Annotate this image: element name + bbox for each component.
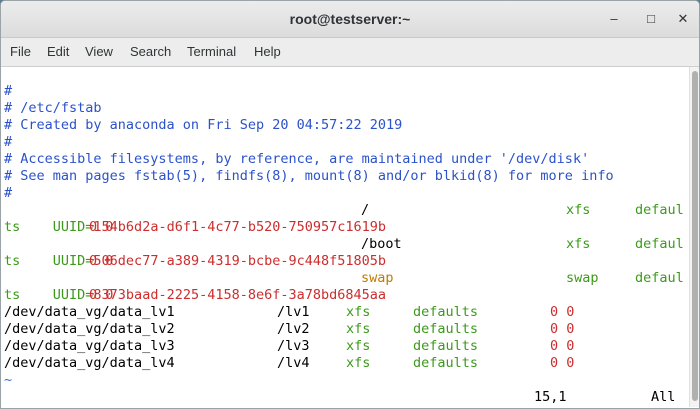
scrollbar-thumb[interactable] xyxy=(692,71,698,401)
comment-line: # /etc/fstab xyxy=(4,100,102,116)
mount-options: defaults xyxy=(413,304,479,320)
dump-pass: 0 0 xyxy=(550,304,575,320)
fstab-entry: UUID=506dec77-a389-4319-bcbe-9c448f51805… xyxy=(4,236,386,269)
menu-help[interactable]: Help xyxy=(254,44,281,59)
mount-point: swap xyxy=(361,270,394,286)
maximize-icon[interactable]: □ xyxy=(641,10,661,28)
menu-view[interactable]: View xyxy=(85,44,113,59)
empty-line-marker: ~ xyxy=(4,372,13,388)
comment-line: # xyxy=(4,83,13,99)
dump-pass: 0 0 xyxy=(89,253,114,269)
fs-type: xfs xyxy=(346,304,371,320)
window-title: root@testserver:~ xyxy=(289,11,411,27)
dump-pass: 0 0 xyxy=(89,219,114,235)
menu-file[interactable]: File xyxy=(10,44,31,59)
mount-options: defaul xyxy=(635,202,684,218)
uuid-value: 154b6d2a-d6f1-4c77-b520-750957c1619b xyxy=(93,219,387,235)
fs-type: xfs xyxy=(346,321,371,337)
device-path: /dev/data_vg/data_lv4 xyxy=(4,355,175,371)
device-path: /dev/data_vg/data_lv3 xyxy=(4,338,175,354)
minimize-icon[interactable]: – xyxy=(604,10,624,28)
dump-pass: 0 0 xyxy=(550,321,575,337)
menu-edit[interactable]: Edit xyxy=(47,44,69,59)
title-bar[interactable]: root@testserver:~ – □ ✕ xyxy=(1,1,699,38)
comment-line: # xyxy=(4,185,13,201)
scroll-scope: All xyxy=(651,389,676,405)
fs-type: xfs xyxy=(566,202,591,218)
uuid-value: 8373baad-2225-4158-8e6f-3a78bd6845aa xyxy=(93,287,387,303)
close-icon[interactable]: ✕ xyxy=(673,10,693,28)
comment-line: # See man pages fstab(5), findfs(8), mou… xyxy=(4,168,614,184)
uuid-key: UUID= xyxy=(52,287,94,303)
mount-options: defaults xyxy=(413,338,479,354)
fstab-entry: UUID=8373baad-2225-4158-8e6f-3a78bd6845a… xyxy=(4,270,386,303)
fs-type: xfs xyxy=(346,355,371,371)
fs-type: swap xyxy=(566,270,599,286)
mount-options: defaul xyxy=(635,236,684,252)
mount-options: defaults xyxy=(413,355,479,371)
mount-point: /lv1 xyxy=(277,304,310,320)
menu-bar: File Edit View Search Terminal Help xyxy=(1,38,699,67)
mount-options: defaul xyxy=(635,270,684,286)
menu-terminal[interactable]: Terminal xyxy=(187,44,236,59)
mount-options-wrap: ts xyxy=(4,253,21,269)
cursor-position: 15,1 xyxy=(534,389,567,405)
terminal-area[interactable]: # # /etc/fstab # Created by anaconda on … xyxy=(1,67,688,407)
menu-search[interactable]: Search xyxy=(130,44,171,59)
dump-pass: 0 0 xyxy=(550,355,575,371)
mount-point: /boot xyxy=(361,236,402,252)
mount-options-wrap: ts xyxy=(4,287,21,303)
terminal-window: root@testserver:~ – □ ✕ File Edit View S… xyxy=(0,0,700,409)
device-path: /dev/data_vg/data_lv2 xyxy=(4,321,175,337)
uuid-key: UUID= xyxy=(52,253,94,269)
fs-type: xfs xyxy=(346,338,371,354)
mount-point: / xyxy=(361,202,370,218)
device-path: /dev/data_vg/data_lv1 xyxy=(4,304,175,320)
fs-type: xfs xyxy=(566,236,591,252)
dump-pass: 0 0 xyxy=(89,287,114,303)
mount-point: /lv2 xyxy=(277,321,310,337)
mount-point: /lv3 xyxy=(277,338,310,354)
vertical-scrollbar[interactable] xyxy=(689,67,699,407)
fstab-entry: UUID=154b6d2a-d6f1-4c77-b520-750957c1619… xyxy=(4,202,386,235)
mount-point: /lv4 xyxy=(277,355,310,371)
uuid-value: 506dec77-a389-4319-bcbe-9c448f51805b xyxy=(93,253,387,269)
comment-line: # Accessible filesystems, by reference, … xyxy=(4,151,590,167)
mount-options-wrap: ts xyxy=(4,219,21,235)
dump-pass: 0 0 xyxy=(550,338,575,354)
comment-line: # xyxy=(4,134,13,150)
uuid-key: UUID= xyxy=(52,219,94,235)
comment-line: # Created by anaconda on Fri Sep 20 04:5… xyxy=(4,117,403,133)
mount-options: defaults xyxy=(413,321,479,337)
